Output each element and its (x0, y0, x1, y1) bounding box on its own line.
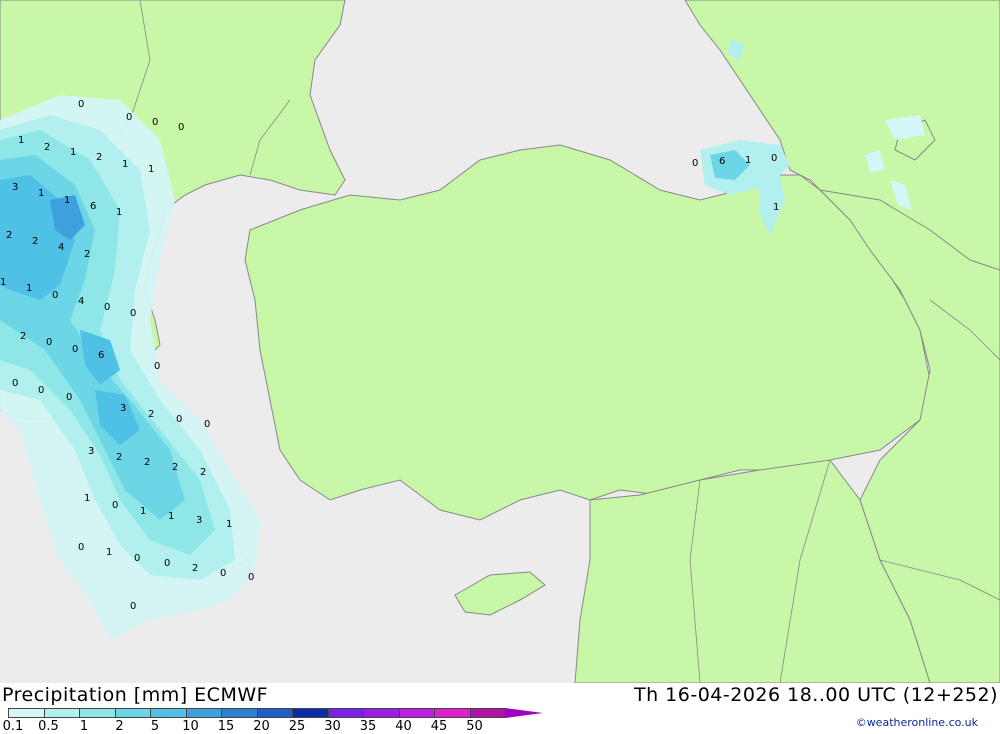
value-label: 0 (771, 153, 777, 164)
value-label: 0 (204, 419, 210, 430)
value-label: 2 (84, 249, 90, 260)
value-label: 0 (176, 414, 182, 425)
legend-arrow-icon (505, 708, 543, 718)
value-label: 0 (46, 337, 52, 348)
legend-swatch (79, 708, 116, 718)
value-label: 1 (18, 135, 24, 146)
legend-swatch (398, 708, 435, 718)
legend-swatch (150, 708, 187, 718)
legend-swatch (434, 708, 471, 718)
value-label: 0 (78, 542, 84, 553)
legend-label: 25 (288, 719, 306, 734)
value-label: 0 (72, 344, 78, 355)
legend-swatch (327, 708, 364, 718)
value-label: 0 (178, 122, 184, 133)
value-label: 2 (20, 331, 26, 342)
legend-label: 0.5 (38, 719, 59, 734)
value-label: 3 (12, 182, 18, 193)
value-label: 1 (745, 155, 751, 166)
value-label: 0 (52, 290, 58, 301)
value-label: 1 (84, 493, 90, 504)
legend-swatch (185, 708, 222, 718)
value-label: 1 (226, 519, 232, 530)
value-label: 1 (140, 506, 146, 517)
map-valid-time: Th 16-04-2026 18..00 UTC (12+252) (633, 684, 998, 706)
credit-link[interactable]: ©weatheronline.co.uk (856, 716, 978, 729)
value-label: 1 (148, 164, 154, 175)
legend-swatch (221, 708, 258, 718)
legend-label: 45 (430, 719, 448, 734)
legend-swatch (469, 708, 506, 718)
value-label: 2 (200, 467, 206, 478)
value-label: 0 (112, 500, 118, 511)
value-label: 0 (130, 308, 136, 319)
legend-label: 15 (217, 719, 235, 734)
legend-label: 10 (182, 719, 199, 734)
value-label: 1 (26, 283, 32, 294)
value-label: 2 (116, 452, 122, 463)
value-label: 0 (154, 361, 160, 372)
value-label: 0 (126, 112, 132, 123)
legend-swatch (114, 708, 151, 718)
value-label: 1 (116, 207, 122, 218)
value-label: 2 (192, 563, 198, 574)
value-label: 2 (44, 142, 50, 153)
value-label: 0 (152, 117, 158, 128)
value-label: 0 (78, 99, 84, 110)
legend-label: 1 (79, 719, 89, 734)
legend-footer: Precipitation [mm] ECMWF Th 16-04-2026 1… (0, 683, 1000, 734)
value-label: 0 (134, 553, 140, 564)
value-label: 0 (692, 158, 698, 169)
precipitation-map: 0 0 0 0 1 2 1 2 1 1 3 1 1 6 1 2 2 4 2 1 … (0, 0, 1000, 684)
color-scale (8, 708, 543, 718)
legend-label: 40 (395, 719, 412, 734)
value-label: 0 (104, 302, 110, 313)
value-label: 6 (90, 201, 96, 212)
legend-label: 20 (253, 719, 270, 734)
value-label: 4 (58, 242, 64, 253)
value-label: 2 (144, 457, 150, 468)
value-label: 3 (88, 446, 94, 457)
value-label: 1 (64, 195, 70, 206)
legend-label: 35 (359, 719, 377, 734)
value-label: 2 (148, 409, 154, 420)
map-title: Precipitation [mm] ECMWF (2, 684, 269, 706)
value-label: 1 (773, 202, 779, 213)
value-label: 2 (32, 236, 38, 247)
value-label: 3 (196, 515, 202, 526)
value-label: 0 (66, 392, 72, 403)
value-label: 0 (12, 378, 18, 389)
legend-swatch (292, 708, 329, 718)
value-label: 6 (719, 156, 725, 167)
color-scale-labels: 0.1 0.5 1 2 5 10 15 20 25 30 35 40 45 50 (0, 719, 520, 734)
legend-label: 0.1 (2, 719, 24, 734)
value-label: 1 (70, 147, 76, 158)
legend-label: 5 (150, 719, 160, 734)
value-label: 1 (38, 188, 44, 199)
legend-swatch (8, 708, 45, 718)
value-label: 6 (98, 350, 104, 361)
value-label: 2 (172, 462, 178, 473)
legend-swatch (256, 708, 293, 718)
value-label: 2 (6, 230, 12, 241)
value-label: 0 (248, 572, 254, 583)
legend-swatch (363, 708, 400, 718)
value-label: 4 (78, 296, 84, 307)
value-label: 1 (0, 277, 6, 288)
value-label: 0 (130, 601, 136, 612)
value-label: 1 (106, 547, 112, 558)
legend-label: 30 (324, 719, 341, 734)
legend-label: 2 (115, 719, 124, 734)
value-label: 2 (96, 152, 102, 163)
value-label: 3 (120, 403, 126, 414)
legend-swatch (43, 708, 80, 718)
map-canvas: 0 0 0 0 1 2 1 2 1 1 3 1 1 6 1 2 2 4 2 1 … (0, 0, 1000, 684)
value-label: 0 (38, 385, 44, 396)
value-label: 0 (220, 568, 226, 579)
value-label: 0 (164, 558, 170, 569)
value-label: 1 (122, 159, 128, 170)
value-label: 1 (168, 511, 174, 522)
legend-label: 50 (466, 719, 483, 734)
